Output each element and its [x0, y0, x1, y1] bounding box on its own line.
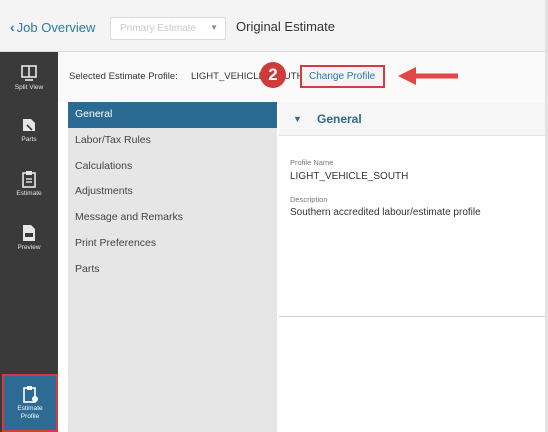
nav-item-adjustments[interactable]: Adjustments [68, 179, 277, 205]
collapse-triangle-icon: ▼ [293, 114, 302, 124]
nav-item-general[interactable]: General [68, 102, 277, 128]
rail-label: Split View [14, 84, 44, 91]
rail-item-split-view[interactable]: Split View [0, 64, 58, 91]
parts-icon [23, 119, 35, 131]
rail-label-line1: Estimate [17, 405, 43, 412]
pdf-icon [23, 225, 35, 241]
profile-section-nav: General Labor/Tax Rules Calculations Adj… [68, 102, 277, 432]
profile-row: Selected Estimate Profile: LIGHT_VEHICLE… [58, 52, 548, 102]
general-section-header[interactable]: ▼ General [279, 102, 548, 136]
top-bar: ‹ Job Overview Primary Estimate ▼ Origin… [0, 0, 548, 52]
caret-down-icon: ▼ [210, 23, 218, 32]
rail-item-parts[interactable]: Parts [0, 116, 58, 143]
change-profile-button[interactable]: Change Profile [300, 65, 385, 88]
annotation-arrow-icon [398, 67, 458, 85]
content-divider [279, 316, 548, 317]
back-to-job-overview-link[interactable]: ‹ Job Overview [10, 19, 95, 35]
nav-item-calculations[interactable]: Calculations [68, 154, 277, 180]
document-title: Original Estimate [236, 19, 335, 34]
estimate-profile-icon [23, 386, 38, 403]
rail-label: Parts [21, 136, 37, 143]
rail-label: Estimate [16, 190, 42, 197]
nav-item-parts[interactable]: Parts [68, 257, 277, 283]
profile-name-label: Profile Name [290, 158, 334, 167]
split-view-icon [21, 65, 37, 81]
nav-item-print-preferences[interactable]: Print Preferences [68, 231, 277, 257]
description-label: Description [290, 195, 328, 204]
clipboard-icon [22, 171, 36, 188]
nav-item-message-remarks[interactable]: Message and Remarks [68, 205, 277, 231]
rail-item-estimate[interactable]: Estimate [0, 170, 58, 197]
chevron-left-icon: ‹ [10, 19, 15, 35]
selected-profile-label: Selected Estimate Profile: [69, 71, 178, 82]
rail-label-line2: Profile [20, 413, 40, 420]
left-icon-rail: Split View Parts Estimate Preview Estima… [0, 52, 58, 432]
estimate-select[interactable]: Primary Estimate ▼ [110, 17, 226, 40]
selected-profile-value: LIGHT_VEHICLE_SOUTH [191, 71, 304, 82]
estimate-select-value: Primary Estimate [120, 23, 197, 34]
step-2-badge: 2 [260, 62, 286, 88]
back-label: Job Overview [16, 19, 96, 35]
nav-item-labor-tax-rules[interactable]: Labor/Tax Rules [68, 128, 277, 154]
profile-name-value: LIGHT_VEHICLE_SOUTH [290, 171, 409, 182]
rail-item-preview[interactable]: Preview [0, 224, 58, 251]
description-value: Southern accredited labour/estimate prof… [290, 207, 481, 218]
section-title: General [317, 112, 362, 126]
rail-item-estimate-profile[interactable]: Estimate Profile [2, 374, 58, 432]
rail-label: Preview [17, 244, 41, 251]
